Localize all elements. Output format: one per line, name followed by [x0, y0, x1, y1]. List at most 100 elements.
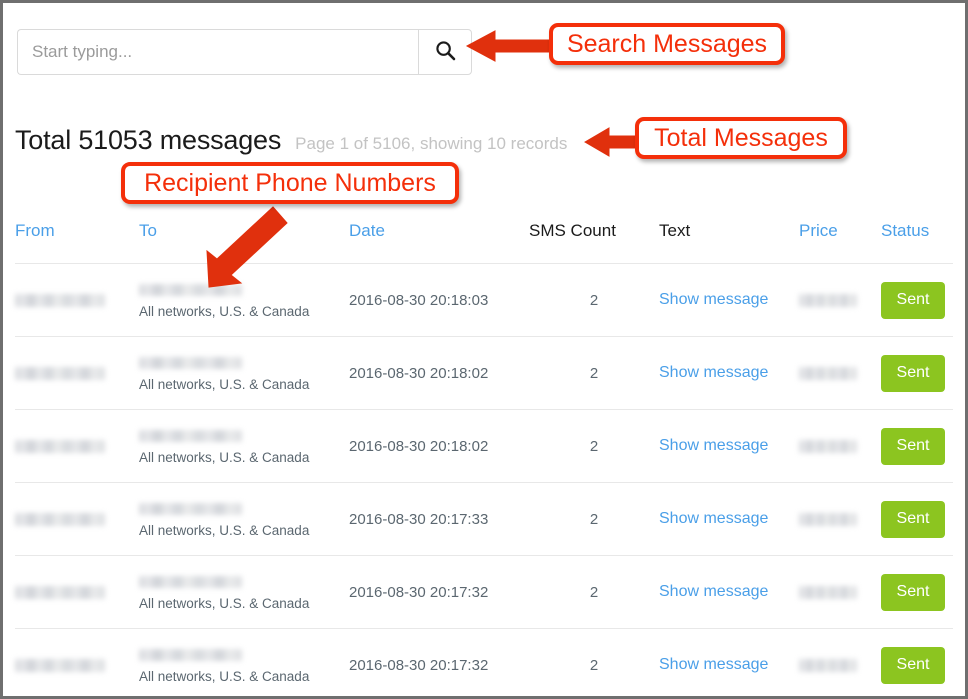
cell-to: All networks, U.S. & Canada — [139, 336, 349, 410]
cell-price — [799, 336, 881, 410]
network-note: All networks, U.S. & Canada — [139, 596, 310, 611]
table-row: All networks, U.S. & Canada 2016-08-30 2… — [15, 482, 953, 556]
paging-text: Page 1 of 5106, showing 10 records — [295, 134, 568, 153]
show-message-link[interactable]: Show message — [659, 656, 768, 673]
column-header-status[interactable]: Status — [881, 221, 953, 264]
total-messages-text: Total 51053 messages — [15, 125, 282, 155]
cell-date: 2016-08-30 20:18:03 — [349, 263, 529, 337]
search-input[interactable] — [17, 29, 418, 75]
to-number-redacted — [139, 649, 242, 662]
annotation-total-messages: Total Messages — [635, 117, 847, 159]
to-number-redacted — [139, 576, 242, 589]
from-number-redacted — [15, 586, 105, 600]
cell-date: 2016-08-30 20:18:02 — [349, 336, 529, 410]
to-number-redacted — [139, 503, 242, 516]
cell-from — [15, 555, 139, 629]
cell-sms-count: 2 — [529, 628, 659, 696]
annotation-recipient-phone-numbers: Recipient Phone Numbers — [121, 162, 459, 204]
messages-table: From To Date SMS Count Text Price Status… — [15, 221, 953, 696]
price-redacted — [799, 659, 857, 673]
show-message-link[interactable]: Show message — [659, 364, 768, 381]
cell-from — [15, 336, 139, 410]
from-number-redacted — [15, 513, 105, 527]
cell-price — [799, 555, 881, 629]
cell-sms-count: 2 — [529, 409, 659, 483]
from-number-redacted — [15, 367, 105, 381]
cell-sms-count: 2 — [529, 482, 659, 556]
table-header-row: From To Date SMS Count Text Price Status — [15, 221, 953, 264]
cell-status: Sent — [881, 555, 953, 629]
table-row: All networks, U.S. & Canada 2016-08-30 2… — [15, 628, 953, 696]
column-header-date[interactable]: Date — [349, 221, 529, 264]
cell-status: Sent — [881, 409, 953, 483]
cell-text: Show message — [659, 336, 799, 410]
status-badge[interactable]: Sent — [881, 281, 945, 319]
cell-text: Show message — [659, 263, 799, 337]
cell-from — [15, 482, 139, 556]
cell-text: Show message — [659, 628, 799, 696]
cell-price — [799, 482, 881, 556]
from-number-redacted — [15, 659, 105, 673]
annotation-search-messages: Search Messages — [549, 23, 785, 65]
network-note: All networks, U.S. & Canada — [139, 304, 310, 319]
column-header-price[interactable]: Price — [799, 221, 881, 264]
status-badge[interactable]: Sent — [881, 427, 945, 465]
column-header-from[interactable]: From — [15, 221, 139, 264]
column-header-sms-count: SMS Count — [529, 221, 616, 240]
table-body: All networks, U.S. & Canada 2016-08-30 2… — [15, 263, 953, 696]
search-icon — [435, 40, 456, 64]
cell-date: 2016-08-30 20:17:33 — [349, 482, 529, 556]
cell-from — [15, 263, 139, 337]
show-message-link[interactable]: Show message — [659, 437, 768, 454]
show-message-link[interactable]: Show message — [659, 510, 768, 527]
cell-to: All networks, U.S. & Canada — [139, 482, 349, 556]
table-row: All networks, U.S. & Canada 2016-08-30 2… — [15, 336, 953, 410]
table-row: All networks, U.S. & Canada 2016-08-30 2… — [15, 555, 953, 629]
cell-from — [15, 409, 139, 483]
cell-to: All networks, U.S. & Canada — [139, 409, 349, 483]
table-row: All networks, U.S. & Canada 2016-08-30 2… — [15, 263, 953, 337]
cell-date: 2016-08-30 20:18:02 — [349, 409, 529, 483]
cell-to: All networks, U.S. & Canada — [139, 555, 349, 629]
cell-sms-count: 2 — [529, 555, 659, 629]
column-header-to[interactable]: To — [139, 221, 349, 264]
cell-status: Sent — [881, 336, 953, 410]
status-badge[interactable]: Sent — [881, 573, 945, 611]
cell-text: Show message — [659, 555, 799, 629]
price-redacted — [799, 440, 857, 454]
table-row: All networks, U.S. & Canada 2016-08-30 2… — [15, 409, 953, 483]
column-header-text: Text — [659, 221, 691, 240]
search-bar — [17, 29, 472, 75]
cell-status: Sent — [881, 628, 953, 696]
network-note: All networks, U.S. & Canada — [139, 523, 310, 538]
cell-status: Sent — [881, 263, 953, 337]
from-number-redacted — [15, 294, 105, 308]
cell-text: Show message — [659, 482, 799, 556]
price-redacted — [799, 294, 857, 308]
cell-sms-count: 2 — [529, 263, 659, 337]
network-note: All networks, U.S. & Canada — [139, 450, 310, 465]
status-badge[interactable]: Sent — [881, 646, 945, 684]
cell-status: Sent — [881, 482, 953, 556]
price-redacted — [799, 513, 857, 527]
from-number-redacted — [15, 440, 105, 454]
table-header: From To Date SMS Count Text Price Status — [15, 221, 953, 264]
search-button[interactable] — [418, 29, 472, 75]
cell-date: 2016-08-30 20:17:32 — [349, 555, 529, 629]
show-message-link[interactable]: Show message — [659, 291, 768, 308]
to-number-redacted — [139, 357, 242, 370]
price-redacted — [799, 367, 857, 381]
cell-sms-count: 2 — [529, 336, 659, 410]
status-badge[interactable]: Sent — [881, 500, 945, 538]
show-message-link[interactable]: Show message — [659, 583, 768, 600]
cell-price — [799, 628, 881, 696]
cell-to: All networks, U.S. & Canada — [139, 628, 349, 696]
annotation-arrow-search — [465, 30, 554, 62]
cell-price — [799, 409, 881, 483]
page-content: Total 51053 messages Page 1 of 5106, sho… — [3, 3, 965, 696]
screenshot-frame: Total 51053 messages Page 1 of 5106, sho… — [0, 0, 968, 699]
cell-text: Show message — [659, 409, 799, 483]
status-badge[interactable]: Sent — [881, 354, 945, 392]
to-number-redacted — [139, 430, 242, 443]
network-note: All networks, U.S. & Canada — [139, 377, 310, 392]
